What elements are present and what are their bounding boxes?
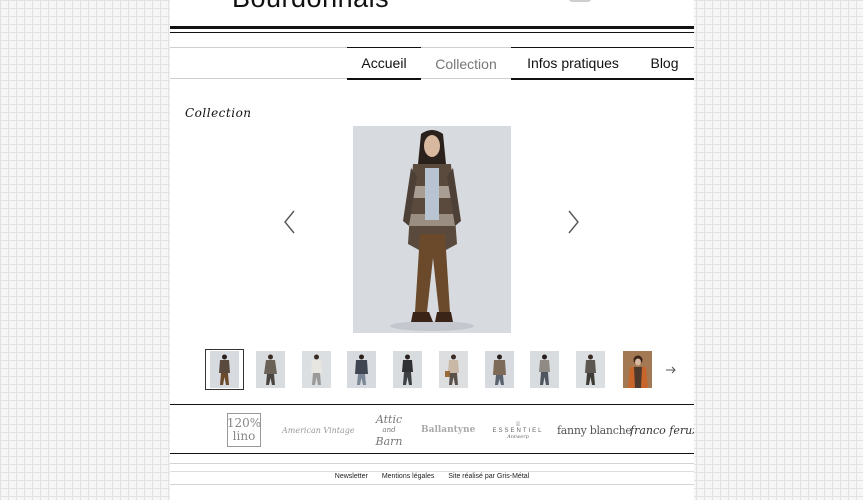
footer-link-newsletter[interactable]: Newsletter [335,473,368,480]
nav-item-accueil[interactable]: Accueil [347,47,421,80]
model-photo-image [353,126,511,333]
header-rule-thin [170,32,694,33]
brand-logo-120-lino[interactable]: 120% lino [227,412,263,448]
header-icon[interactable] [569,0,591,2]
brands-divider-bottom [170,453,694,454]
brand-120-bottom: lino [232,429,256,443]
thumbnail-item[interactable] [439,351,468,388]
footer-divider-top [170,463,694,464]
header-rule-thick [170,26,694,29]
brand-logo-franco-feruzzi[interactable]: franco feruzzi [630,412,694,448]
brand-logo-american-vintage[interactable]: American Vintage [282,412,355,448]
thumbnail-strip [205,349,685,391]
thumbnail-item[interactable] [205,349,244,390]
thumbnail-item[interactable] [530,351,559,388]
nav-item-infos-pratiques[interactable]: Infos pratiques [511,47,635,80]
brand-logo-fanny-blanche[interactable]: fanny blanche [557,412,632,448]
thumbnail-item[interactable] [623,351,652,388]
footer-links: Newsletter Mentions légales Site réalisé… [170,473,694,480]
brand-attic-top: Attic [375,412,403,426]
thumbnail-item[interactable] [485,351,514,388]
brands-divider-top [170,404,694,405]
crown-icon: ♕ [514,421,522,428]
collection-main-photo[interactable] [353,126,511,333]
brand-logo-essentiel[interactable]: ♕ ESSENTIEL Antwerp [489,412,547,448]
footer-divider-mid [170,471,694,472]
page-container: Bourdonnais Accueil Collection Infos pra… [170,0,694,500]
thumbnail-next-icon[interactable] [664,362,678,378]
thumbnail-item[interactable] [302,351,331,388]
footer-link-mentions-legales[interactable]: Mentions légales [382,473,435,480]
brand-logo-attic-and-barn[interactable]: Attic and Barn [370,412,408,448]
brand-essentiel-bottom: Antwerp [507,434,529,440]
brand-attic-mid: and [382,425,396,434]
brand-attic-bottom: Barn [375,434,403,448]
thumbnail-item[interactable] [256,351,285,388]
footer-link-credits[interactable]: Site réalisé par Gris-Métal [448,473,529,480]
brand-logo-ballantyne[interactable]: Ballantyne [421,412,479,448]
thumbnail-item[interactable] [347,351,376,388]
thumbnail-item[interactable] [576,351,605,388]
nav-item-blog[interactable]: Blog [635,47,694,80]
previous-arrow-icon[interactable] [277,205,301,239]
page-title: Collection [185,106,252,120]
nav-item-collection[interactable]: Collection [421,47,511,80]
thumbnail-item[interactable] [393,351,422,388]
site-brand-logo[interactable]: Bourdonnais [232,0,389,14]
next-arrow-icon[interactable] [562,205,586,239]
footer-divider-bottom [170,484,694,485]
